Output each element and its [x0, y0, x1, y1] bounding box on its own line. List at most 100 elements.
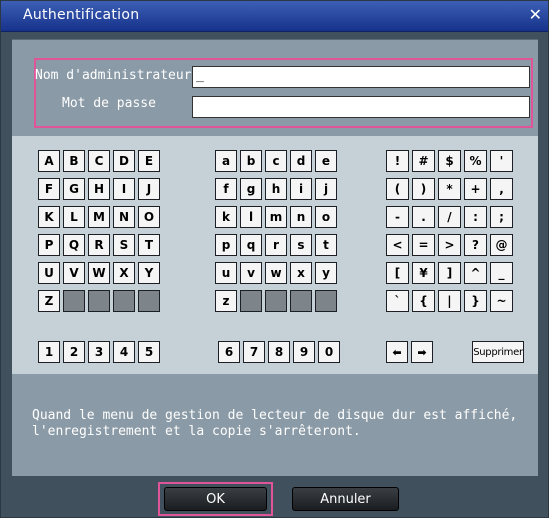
key-symbols-28[interactable]: }	[464, 290, 487, 312]
key-uppercase-11[interactable]: L	[63, 206, 85, 228]
key-symbols-1[interactable]: #	[412, 150, 435, 172]
key-symbols-24[interactable]: _	[490, 262, 513, 284]
delete-button[interactable]: Supprimer	[472, 341, 524, 363]
key-lowercase-4[interactable]: e	[315, 150, 337, 172]
key-uppercase-24[interactable]: Y	[138, 262, 160, 284]
key-symbols-10[interactable]: -	[386, 206, 409, 228]
key-symbols-3[interactable]: %	[464, 150, 487, 172]
key-lowercase-13[interactable]: n	[290, 206, 312, 228]
key-uppercase-10[interactable]: K	[38, 206, 60, 228]
key-lowercase-11[interactable]: l	[240, 206, 262, 228]
key-symbols-26[interactable]: {	[412, 290, 435, 312]
key-lowercase-15[interactable]: p	[215, 234, 237, 256]
key-lowercase-16[interactable]: q	[240, 234, 262, 256]
key-symbols-4[interactable]: '	[490, 150, 513, 172]
arrow-right-icon[interactable]: ➡	[411, 341, 433, 363]
key-symbols-5[interactable]: (	[386, 178, 409, 200]
key-uppercase-3[interactable]: D	[113, 150, 135, 172]
digit-key-9[interactable]: 9	[293, 341, 315, 363]
key-uppercase-20[interactable]: U	[38, 262, 60, 284]
key-symbols-15[interactable]: <	[386, 234, 409, 256]
digit-key-1[interactable]: 1	[38, 341, 60, 363]
key-uppercase-4[interactable]: E	[138, 150, 160, 172]
ok-button[interactable]: OK	[164, 487, 267, 511]
arrow-left-icon[interactable]: ⬅	[386, 341, 408, 363]
key-lowercase-1[interactable]: b	[240, 150, 262, 172]
key-lowercase-5[interactable]: f	[215, 178, 237, 200]
key-symbols-23[interactable]: ^	[464, 262, 487, 284]
key-uppercase-12[interactable]: M	[88, 206, 110, 228]
key-uppercase-22[interactable]: W	[88, 262, 110, 284]
key-lowercase-2[interactable]: c	[265, 150, 287, 172]
key-uppercase-15[interactable]: P	[38, 234, 60, 256]
key-lowercase-0[interactable]: a	[215, 150, 237, 172]
key-lowercase-19[interactable]: t	[315, 234, 337, 256]
cancel-button[interactable]: Annuler	[292, 487, 399, 511]
key-symbols-8[interactable]: +	[464, 178, 487, 200]
key-symbols-27[interactable]: |	[438, 290, 461, 312]
key-symbols-0[interactable]: !	[386, 150, 409, 172]
key-symbols-7[interactable]: *	[438, 178, 461, 200]
key-symbols-29[interactable]: ~	[490, 290, 513, 312]
key-symbols-6[interactable]: )	[412, 178, 435, 200]
key-uppercase-21[interactable]: V	[63, 262, 85, 284]
key-uppercase-7[interactable]: H	[88, 178, 110, 200]
key-symbols-11[interactable]: .	[412, 206, 435, 228]
digit-key-3[interactable]: 3	[88, 341, 110, 363]
key-uppercase-0[interactable]: A	[38, 150, 60, 172]
key-symbols-14[interactable]: ;	[490, 206, 513, 228]
key-uppercase-23[interactable]: X	[113, 262, 135, 284]
digit-key-6[interactable]: 6	[218, 341, 240, 363]
key-symbols-2[interactable]: $	[438, 150, 461, 172]
key-symbols-19[interactable]: @	[490, 234, 513, 256]
close-icon[interactable]: ✕	[529, 5, 542, 24]
key-uppercase-5[interactable]: F	[38, 178, 60, 200]
key-symbols-25[interactable]: `	[386, 290, 409, 312]
key-lowercase-6[interactable]: g	[240, 178, 262, 200]
key-uppercase-18[interactable]: S	[113, 234, 135, 256]
key-uppercase-8[interactable]: I	[113, 178, 135, 200]
key-uppercase-1[interactable]: B	[63, 150, 85, 172]
key-uppercase-19[interactable]: T	[138, 234, 160, 256]
key-symbols-18[interactable]: ?	[464, 234, 487, 256]
key-lowercase-18[interactable]: s	[290, 234, 312, 256]
key-uppercase-16[interactable]: Q	[63, 234, 85, 256]
key-lowercase-23[interactable]: x	[290, 262, 312, 284]
key-symbols-9[interactable]: ,	[490, 178, 513, 200]
digit-key-7[interactable]: 7	[243, 341, 265, 363]
key-symbols-22[interactable]: ]	[438, 262, 461, 284]
key-lowercase-12[interactable]: m	[265, 206, 287, 228]
key-lowercase-7[interactable]: h	[265, 178, 287, 200]
key-symbols-12[interactable]: /	[438, 206, 461, 228]
key-lowercase-24[interactable]: y	[315, 262, 337, 284]
key-uppercase-14[interactable]: O	[138, 206, 160, 228]
key-lowercase-22[interactable]: w	[265, 262, 287, 284]
admin-name-field[interactable]: _	[192, 66, 530, 88]
key-uppercase-17[interactable]: R	[88, 234, 110, 256]
key-uppercase-25[interactable]: Z	[38, 290, 60, 312]
key-lowercase-3[interactable]: d	[290, 150, 312, 172]
password-field[interactable]	[192, 96, 530, 118]
key-lowercase-20[interactable]: u	[215, 262, 237, 284]
key-symbols-13[interactable]: :	[464, 206, 487, 228]
key-symbols-17[interactable]: >	[438, 234, 461, 256]
key-symbols-16[interactable]: =	[412, 234, 435, 256]
key-lowercase-21[interactable]: v	[240, 262, 262, 284]
key-uppercase-2[interactable]: C	[88, 150, 110, 172]
key-lowercase-9[interactable]: j	[315, 178, 337, 200]
digit-key-4[interactable]: 4	[113, 341, 135, 363]
key-symbols-21[interactable]: ¥	[412, 262, 435, 284]
digit-key-5[interactable]: 5	[138, 341, 160, 363]
key-uppercase-6[interactable]: G	[63, 178, 85, 200]
key-uppercase-13[interactable]: N	[113, 206, 135, 228]
key-lowercase-10[interactable]: k	[215, 206, 237, 228]
key-lowercase-25[interactable]: z	[215, 290, 237, 312]
key-lowercase-17[interactable]: r	[265, 234, 287, 256]
key-lowercase-14[interactable]: o	[315, 206, 337, 228]
digit-key-8[interactable]: 8	[268, 341, 290, 363]
key-uppercase-9[interactable]: J	[138, 178, 160, 200]
digit-key-0[interactable]: 0	[318, 341, 340, 363]
digit-key-2[interactable]: 2	[63, 341, 85, 363]
key-symbols-20[interactable]: [	[386, 262, 409, 284]
key-lowercase-8[interactable]: i	[290, 178, 312, 200]
